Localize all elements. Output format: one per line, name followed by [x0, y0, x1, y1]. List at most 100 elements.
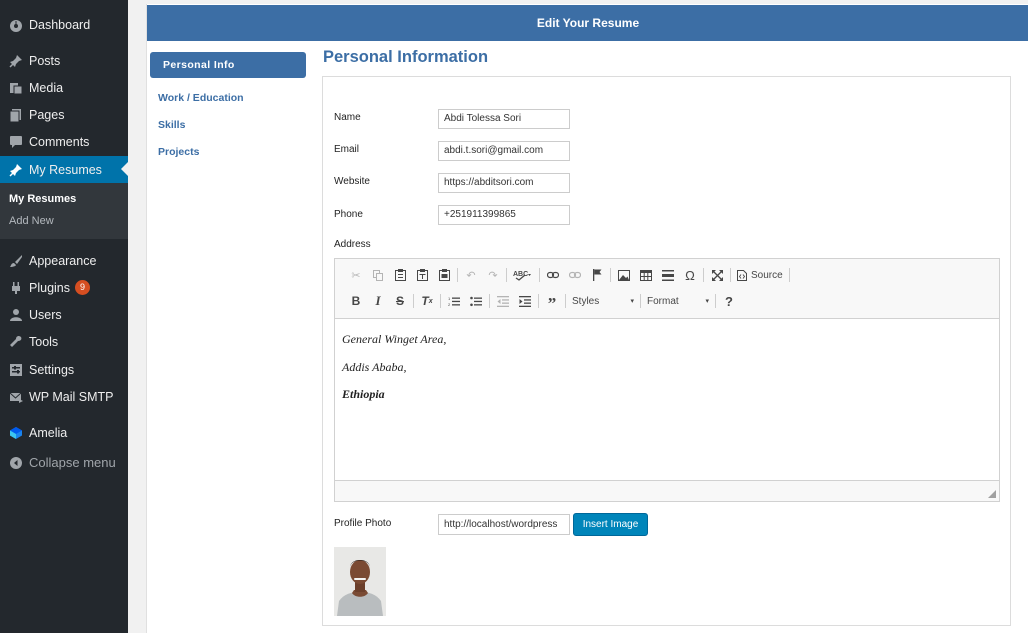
name-label: Name [334, 112, 361, 123]
personal-info-form: Name Abdi Tolessa Sori Email abdi.t.sori… [322, 76, 1011, 626]
redo-icon[interactable]: ↷ [482, 265, 504, 285]
chevron-down-icon: ▾ [705, 298, 709, 305]
menu-users[interactable]: Users [0, 301, 128, 328]
media-icon [8, 80, 23, 95]
svg-text:ABC: ABC [513, 271, 528, 278]
horizontal-line-icon[interactable] [657, 265, 679, 285]
editor-content[interactable]: General Winget Area, Addis Ababa, Ethiop… [335, 319, 999, 480]
menu-label: Appearance [29, 253, 97, 268]
menu-label: Media [29, 80, 64, 95]
pushpin-icon [8, 162, 23, 177]
special-char-omega-icon[interactable]: Ω [679, 265, 701, 285]
settings-icon [8, 362, 23, 377]
toolbar-separator [565, 294, 566, 308]
copy-icon[interactable] [367, 265, 389, 285]
toolbar-separator [730, 268, 731, 282]
paste-icon[interactable] [389, 265, 411, 285]
address-line-3: Ethiopia [342, 387, 385, 401]
my-resumes-submenu: My Resumes Add New [0, 183, 128, 239]
menu-amelia[interactable]: Amelia [0, 419, 128, 446]
menu-label: Pages [29, 107, 65, 122]
address-line-2: Addis Ababa, [342, 360, 407, 374]
toolbar-separator [640, 294, 641, 308]
plugin-icon [8, 280, 23, 295]
address-editor: ✂ ↶ ↷ ABC Ω Source B I S T x 1 2 ” Style… [334, 258, 1000, 502]
menu-my-resumes[interactable]: My Resumes [0, 156, 128, 183]
paste-text-icon[interactable] [411, 265, 433, 285]
bulleted-list-icon[interactable] [465, 291, 487, 311]
main-content: Edit Your Resume Personal Info Work / Ed… [128, 0, 1028, 633]
menu-label: Posts [29, 53, 61, 68]
menu-label: Settings [29, 362, 75, 377]
tab-work-education[interactable]: Work / Education [158, 92, 244, 104]
resize-handle-icon[interactable] [988, 490, 996, 498]
help-icon[interactable]: ? [718, 291, 740, 311]
link-icon[interactable] [542, 265, 564, 285]
menu-label: Comments [29, 134, 90, 149]
phone-field[interactable]: +251911399865 [438, 205, 570, 225]
maximize-icon[interactable] [706, 265, 728, 285]
menu-label: WP Mail SMTP [29, 389, 114, 404]
editor-toolbar: ✂ ↶ ↷ ABC Ω Source B I S T x 1 2 ” Style… [335, 259, 999, 319]
menu-dashboard[interactable]: Dashboard [0, 11, 128, 38]
editor-footer [335, 480, 999, 501]
menu-label: Dashboard [29, 17, 91, 32]
unlink-icon[interactable] [564, 265, 586, 285]
website-field[interactable]: https://abditsori.com [438, 173, 570, 193]
strikethrough-icon[interactable]: S [389, 291, 411, 311]
italic-icon[interactable]: I [367, 291, 389, 311]
numbered-list-icon[interactable]: 12 [443, 291, 465, 311]
profile-photo-label: Profile Photo [334, 518, 392, 529]
remove-format-icon[interactable]: Tx [416, 291, 438, 311]
user-icon [8, 307, 23, 322]
comment-icon [8, 134, 23, 149]
blockquote-icon[interactable]: ” [541, 291, 563, 313]
format-dropdown[interactable]: Format ▾ [643, 292, 713, 310]
menu-pages[interactable]: Pages [0, 101, 128, 128]
mail-icon [8, 389, 23, 404]
menu-posts[interactable]: Posts [0, 47, 128, 74]
anchor-flag-icon[interactable] [586, 265, 608, 285]
svg-text:2: 2 [448, 302, 451, 307]
submenu-add-new[interactable]: Add New [9, 215, 54, 227]
email-field[interactable]: abdi.t.sori@gmail.com [438, 141, 570, 161]
email-label: Email [334, 144, 360, 155]
menu-media[interactable]: Media [0, 74, 128, 101]
outdent-icon[interactable] [492, 291, 514, 311]
screen: Dashboard Posts Media Pages Comments My … [0, 0, 1028, 633]
tab-projects[interactable]: Projects [158, 146, 199, 158]
spellcheck-icon[interactable]: ABC [509, 265, 537, 285]
toolbar-separator [539, 268, 540, 282]
styles-dropdown[interactable]: Styles ▾ [568, 292, 638, 310]
format-label: Format [647, 295, 679, 307]
bold-icon[interactable]: B [345, 291, 367, 311]
menu-label: Tools [29, 334, 59, 349]
menu-comments[interactable]: Comments [0, 128, 128, 155]
indent-icon[interactable] [514, 291, 536, 311]
styles-label: Styles [572, 295, 600, 307]
tab-skills[interactable]: Skills [158, 119, 185, 131]
insert-image-button[interactable]: Insert Image [573, 513, 648, 536]
source-button[interactable]: Source [733, 269, 787, 281]
image-icon[interactable] [613, 265, 635, 285]
menu-settings[interactable]: Settings [0, 356, 128, 383]
undo-icon[interactable]: ↶ [460, 265, 482, 285]
paste-word-icon[interactable] [433, 265, 455, 285]
submenu-my-resumes[interactable]: My Resumes [9, 193, 76, 205]
toolbar-row-2: B I S Tx 12 ” Styles ▾ Format ▾ ? [345, 291, 740, 313]
table-icon[interactable] [635, 265, 657, 285]
collapse-menu-button[interactable]: Collapse menu [0, 449, 128, 476]
menu-tools[interactable]: Tools [0, 328, 128, 355]
name-field[interactable]: Abdi Tolessa Sori [438, 109, 570, 129]
update-count-badge: 9 [75, 280, 90, 295]
collapse-arrow-icon [8, 455, 23, 470]
menu-plugins[interactable]: Plugins 9 [0, 274, 128, 301]
menu-wp-mail-smtp[interactable]: WP Mail SMTP [0, 383, 128, 410]
cut-icon[interactable]: ✂ [345, 265, 367, 285]
toolbar-separator [610, 268, 611, 282]
collapse-menu-label: Collapse menu [29, 455, 116, 470]
profile-photo-url-field[interactable]: http://localhost/wordpress [438, 514, 570, 535]
tab-personal-info[interactable]: Personal Info [150, 52, 306, 78]
pushpin-icon [8, 53, 23, 68]
menu-appearance[interactable]: Appearance [0, 247, 128, 274]
